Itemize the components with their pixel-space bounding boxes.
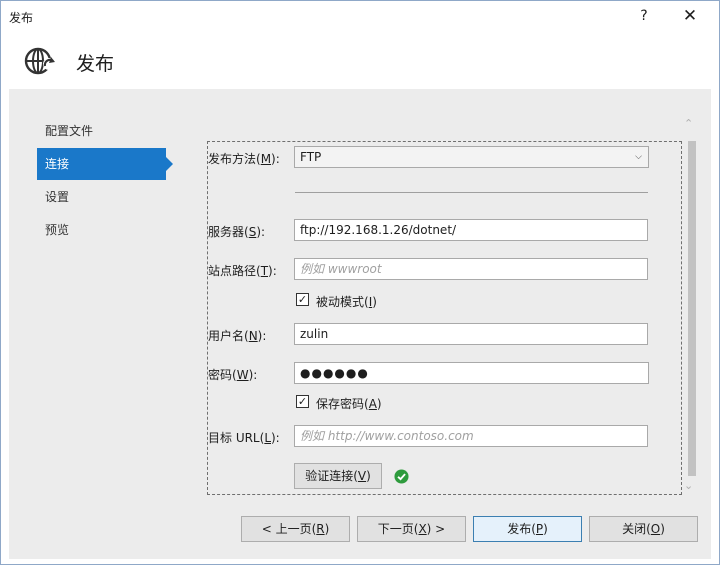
destination-url-label: 目标 URL(L): — [208, 431, 280, 445]
server-label: 服务器(S): — [208, 225, 266, 239]
dialog-header: 发布 — [1, 31, 719, 89]
step-navigation: 配置文件 连接 设置 预览 — [37, 115, 177, 247]
scrollbar-track[interactable] — [688, 141, 696, 476]
passive-mode-label[interactable]: 被动模式(I) — [316, 293, 377, 310]
success-check-icon — [394, 469, 409, 484]
server-input[interactable]: ftp://192.168.1.26/dotnet/ — [294, 219, 648, 241]
connection-panel: 发布方法(M): FTP ⌵ 服务器(S): ftp://192.168.1.2… — [207, 141, 682, 495]
dialog-body: 配置文件 连接 设置 预览 ⌃ ⌄ 发布方法(M): FTP ⌵ 服务器(S):… — [9, 89, 711, 559]
divider — [295, 192, 648, 193]
window-title: 发布 — [9, 11, 34, 25]
title-bar: 发布 ? ✕ — [1, 1, 719, 31]
username-input[interactable]: zulin — [294, 323, 648, 345]
site-path-input[interactable]: 例如 wwwroot — [294, 258, 648, 280]
passive-mode-checkbox[interactable]: ✓ — [296, 293, 309, 306]
close-window-button[interactable]: ✕ — [667, 1, 713, 31]
save-password-label[interactable]: 保存密码(A) — [316, 395, 382, 412]
publish-button[interactable]: 发布(P) — [473, 516, 582, 542]
nav-item-settings[interactable]: 设置 — [37, 181, 177, 213]
nav-item-profile[interactable]: 配置文件 — [37, 115, 177, 147]
method-label: 发布方法(M): — [208, 152, 280, 166]
close-button[interactable]: 关闭(O) — [589, 516, 698, 542]
help-button[interactable]: ? — [621, 1, 667, 31]
nav-item-connection[interactable]: 连接 — [37, 148, 173, 180]
validate-connection-button[interactable]: 验证连接(V) — [294, 463, 382, 489]
password-input[interactable]: ●●●●●● — [294, 362, 649, 384]
site-path-label: 站点路径(T): — [208, 264, 277, 278]
publish-method-select[interactable]: FTP ⌵ — [294, 146, 649, 168]
scroll-down-icon[interactable]: ⌄ — [684, 479, 693, 492]
previous-button[interactable]: < 上一页(R) — [241, 516, 350, 542]
username-label: 用户名(N): — [208, 329, 267, 343]
nav-item-preview[interactable]: 预览 — [37, 214, 177, 246]
password-label: 密码(W): — [208, 368, 258, 382]
page-title: 发布 — [76, 53, 115, 75]
destination-url-input[interactable]: 例如 http://www.contoso.com — [294, 425, 648, 447]
scroll-up-icon[interactable]: ⌃ — [684, 117, 693, 130]
publish-dialog: 发布 ? ✕ 发布 配置文件 连接 设置 预览 ⌃ ⌄ 发布方法(M): FTP… — [0, 0, 720, 565]
next-button[interactable]: 下一页(X) > — [357, 516, 466, 542]
save-password-checkbox[interactable]: ✓ — [296, 395, 309, 408]
chevron-down-icon: ⌵ — [635, 152, 642, 162]
globe-publish-icon — [24, 47, 55, 75]
